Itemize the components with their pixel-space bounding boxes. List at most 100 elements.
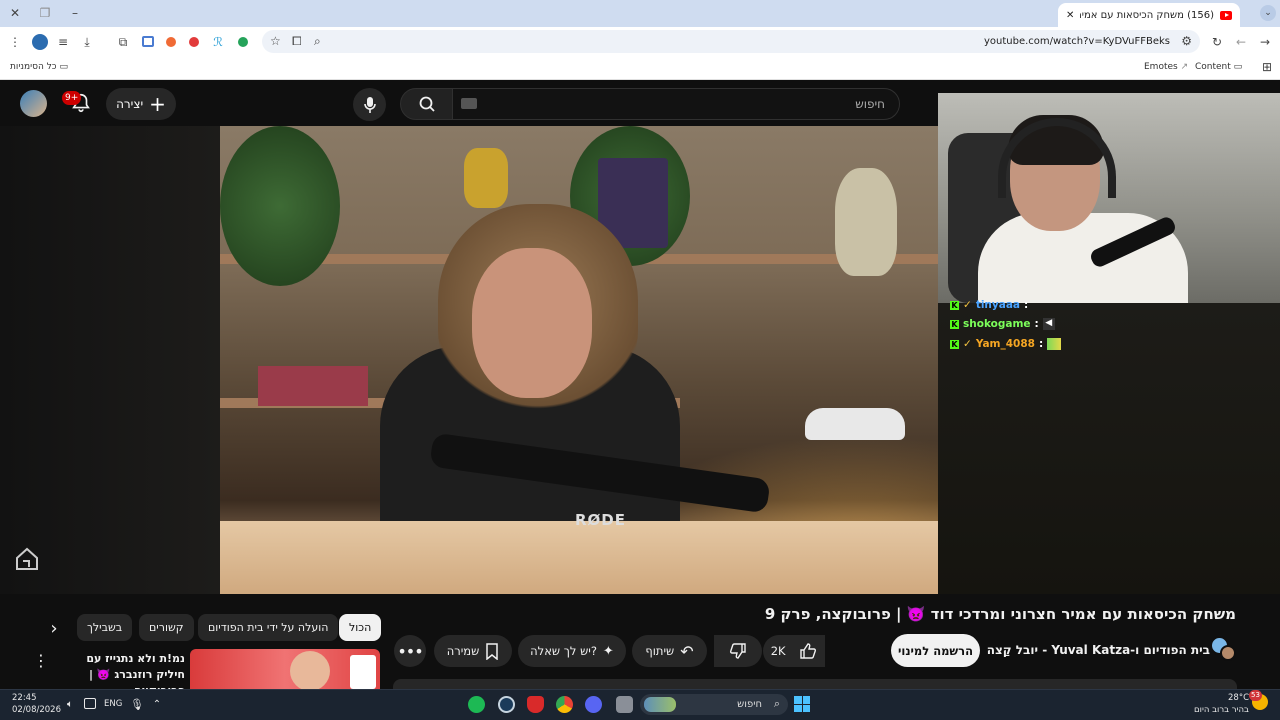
all-bookmarks-link[interactable]: כל הסימניות ▭	[10, 62, 68, 72]
menu-kebab-icon[interactable]: ⋮	[8, 35, 22, 49]
create-button[interactable]: יצירה +	[106, 88, 176, 120]
save-button[interactable]: שמירה	[434, 635, 512, 667]
close-tab-icon[interactable]: ✕	[1066, 10, 1074, 21]
extension-orange-icon[interactable]	[166, 37, 176, 47]
verified-check-icon: ✓	[963, 338, 972, 350]
video-table	[220, 521, 938, 594]
chip-related[interactable]: קשורים	[139, 614, 194, 641]
back-icon[interactable]: →	[1258, 35, 1272, 49]
share-arrow-icon: ↶	[680, 641, 694, 661]
taskbar-search[interactable]: חיפוש ⌕	[640, 694, 788, 715]
share-button[interactable]: שיתוף ↶	[632, 635, 707, 667]
subscribe-button[interactable]: הרשמה למינוי	[891, 634, 980, 667]
bookmark-content-label: Content	[1195, 62, 1231, 72]
channel-watermark-icon[interactable]	[14, 546, 40, 572]
translate-icon[interactable]: ℛ	[211, 35, 225, 49]
bookmark-emotes[interactable]: Emotes ↗	[1144, 62, 1188, 72]
description-box[interactable]	[393, 679, 1237, 689]
channel-avatar-secondary[interactable]	[1220, 645, 1236, 661]
chrome-taskbar-icon[interactable]	[556, 696, 573, 713]
restore-window-icon[interactable]: ❐	[38, 6, 52, 20]
microphone-icon	[363, 96, 376, 113]
bookmark-content[interactable]: Content ▭	[1195, 62, 1242, 72]
chip-all[interactable]: הכול	[339, 614, 382, 641]
screenshot-icon[interactable]: ⧠	[292, 34, 302, 49]
url-text: youtube.com/watch?v=KyDVuFFBeks	[984, 36, 1170, 47]
ask-label: יש לך שאלה?	[530, 644, 597, 658]
search-field[interactable]: חיפוש	[452, 88, 900, 120]
language-indicator[interactable]: ENG	[104, 699, 122, 709]
all-bookmarks-label: כל הסימניות	[10, 62, 57, 72]
apps-grid-icon[interactable]: ⊞	[1260, 60, 1274, 74]
mic-tray-icon[interactable]: 🎙︎	[130, 697, 144, 711]
bookmark-star-icon[interactable]: ☆	[270, 34, 281, 48]
discord-icon[interactable]	[585, 696, 602, 713]
start-button-icon[interactable]	[794, 696, 810, 712]
task-view-icon[interactable]	[616, 696, 633, 713]
search-input[interactable]: חיפוש	[855, 97, 885, 111]
ask-button[interactable]: יש לך שאלה? ✦	[518, 635, 626, 667]
bookmarks-bar: כל הסימניות ▭ Emotes ↗ Content ▭ ⊞	[0, 56, 1280, 80]
tab-search-icon[interactable]: ⌄	[1260, 5, 1276, 21]
app-red-icon[interactable]	[527, 696, 544, 713]
kick-badge-icon: K	[950, 300, 959, 310]
profile-icon[interactable]	[32, 34, 48, 50]
weather-badge: 53	[1249, 690, 1262, 701]
reload-icon[interactable]: ↻	[1210, 35, 1224, 49]
video-left-backdrop	[0, 126, 220, 594]
video-lucky-cat	[464, 148, 508, 208]
thumbs-down-icon	[729, 643, 746, 659]
download-icon[interactable]: ⤓	[80, 35, 94, 49]
close-window-icon[interactable]: ✕	[8, 6, 22, 20]
site-settings-icon[interactable]: ⚙	[1181, 34, 1192, 48]
thumbs-up-icon	[800, 643, 817, 659]
save-label: שמירה	[446, 644, 480, 658]
forward-icon[interactable]: ←	[1234, 35, 1248, 49]
chip-for-you[interactable]: בשבילך	[77, 614, 133, 641]
network-icon[interactable]	[84, 698, 96, 709]
zoom-icon[interactable]: ⌕	[314, 34, 321, 49]
address-bar[interactable]: ☆ ⧠ ⌕ youtube.com/watch?v=KyDVuFFBeks ⚙	[262, 30, 1200, 53]
sparkle-icon: ✦	[602, 643, 614, 659]
steam-icon[interactable]	[498, 696, 515, 713]
chat-emote-icon	[1047, 338, 1062, 350]
chat-separator: :	[1024, 299, 1029, 311]
tray-expand-icon[interactable]: ⌃	[152, 697, 162, 711]
like-button[interactable]: 2K	[763, 635, 825, 667]
avatar[interactable]	[20, 90, 47, 117]
channel-name[interactable]: בית הפודיום ו-Yuval Katza - יובל קַצה	[987, 643, 1210, 657]
video-vase	[835, 168, 897, 276]
voice-search-button[interactable]	[353, 88, 386, 121]
more-actions-button[interactable]: •••	[394, 635, 426, 667]
like-count: 2K	[770, 644, 786, 658]
chip-uploaded-by[interactable]: הועלה על ידי בית הפודיום	[198, 614, 339, 641]
minimize-window-icon[interactable]: –	[68, 6, 82, 20]
extension-window-icon[interactable]	[142, 36, 154, 47]
taskbar-time[interactable]: 22:45	[12, 693, 37, 703]
youtube-favicon-icon	[1220, 10, 1232, 20]
chips-next-arrow-icon[interactable]: ›	[44, 618, 64, 639]
plus-icon: +	[149, 92, 166, 116]
browser-tab[interactable]: (156) משחק הכיסאות עם אמיר ✕	[1058, 3, 1240, 27]
bookmark-emotes-label: Emotes	[1144, 62, 1178, 72]
weather-temperature[interactable]: 28°C	[1228, 693, 1249, 703]
keyboard-icon[interactable]	[461, 98, 477, 109]
video-mic-brand: RØDE	[575, 511, 626, 529]
extension-red-icon[interactable]	[189, 37, 199, 47]
volume-icon[interactable]: 🔈︎	[64, 698, 76, 710]
video-model-car	[805, 408, 905, 440]
verified-check-icon: ✓	[963, 299, 972, 311]
recommendation-thumbnail[interactable]	[190, 649, 380, 689]
recommendation-menu-icon[interactable]: ⋮	[33, 651, 49, 670]
dislike-button[interactable]	[714, 635, 762, 667]
search-button[interactable]	[400, 88, 453, 120]
chat-emote-icon: ◀	[1042, 318, 1055, 330]
video-player[interactable]: RØDE	[220, 126, 938, 594]
create-label: יצירה	[116, 97, 144, 111]
extensions-icon[interactable]: ⧉	[116, 35, 130, 49]
extension-green-icon[interactable]	[238, 37, 248, 47]
spotify-icon[interactable]	[468, 696, 485, 713]
reading-list-icon[interactable]: ≡	[56, 35, 70, 49]
taskbar-date[interactable]: 02/08/2026	[12, 705, 61, 715]
weather-description[interactable]: בהיר ברוב היום	[1194, 705, 1249, 715]
